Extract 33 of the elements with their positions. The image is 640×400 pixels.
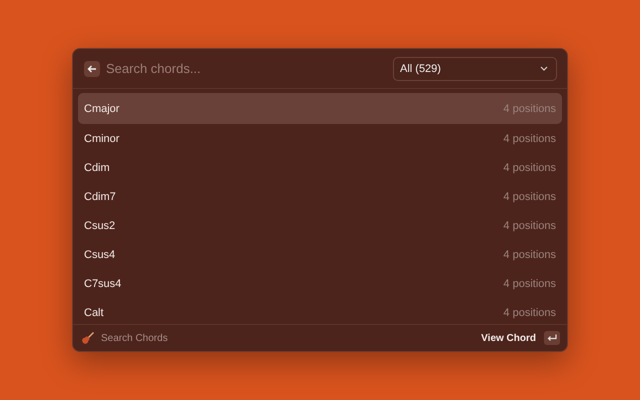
positions-count: 4 positions	[503, 162, 556, 174]
search-field[interactable]: Search chords...	[106, 61, 387, 76]
chord-row[interactable]: Csus4 4 positions	[78, 240, 562, 269]
chord-row[interactable]: Csus2 4 positions	[78, 211, 562, 240]
positions-count: 4 positions	[503, 306, 556, 318]
positions-count: 4 positions	[503, 248, 556, 260]
chord-row[interactable]: Cminor 4 positions	[78, 124, 562, 153]
filter-dropdown[interactable]: All (529)	[393, 56, 557, 80]
chord-name: C7sus4	[84, 278, 122, 290]
positions-count: 4 positions	[503, 278, 556, 290]
chord-row[interactable]: Cdim7 4 positions	[78, 182, 562, 211]
chord-name: Csus2	[84, 220, 116, 232]
chord-name: Cmajor	[84, 102, 120, 114]
chevron-down-icon	[540, 66, 548, 71]
chord-name: Cdim	[84, 162, 110, 174]
positions-count: 4 positions	[503, 190, 556, 202]
positions-count: 4 positions	[503, 132, 556, 144]
back-button[interactable]	[84, 60, 100, 76]
chord-name: Calt	[84, 306, 104, 318]
chord-row[interactable]: Calt 4 positions	[78, 298, 562, 324]
chord-name: Cminor	[84, 132, 120, 144]
chord-row[interactable]: Cmajor 4 positions	[78, 93, 562, 124]
chord-name: Csus4	[84, 248, 116, 260]
footer-title: Search Chords	[101, 332, 169, 344]
view-chord-button[interactable]: View Chord	[479, 332, 538, 344]
positions-count: 4 positions	[503, 220, 556, 232]
positions-count: 4 positions	[503, 102, 556, 114]
left-arrow-icon	[87, 64, 97, 74]
chord-row[interactable]: Cdim 4 positions	[78, 153, 562, 182]
chord-row[interactable]: C7sus4 4 positions	[78, 269, 562, 298]
chord-name: Cdim7	[84, 190, 116, 202]
return-icon	[547, 334, 557, 342]
guitar-icon	[81, 331, 95, 345]
